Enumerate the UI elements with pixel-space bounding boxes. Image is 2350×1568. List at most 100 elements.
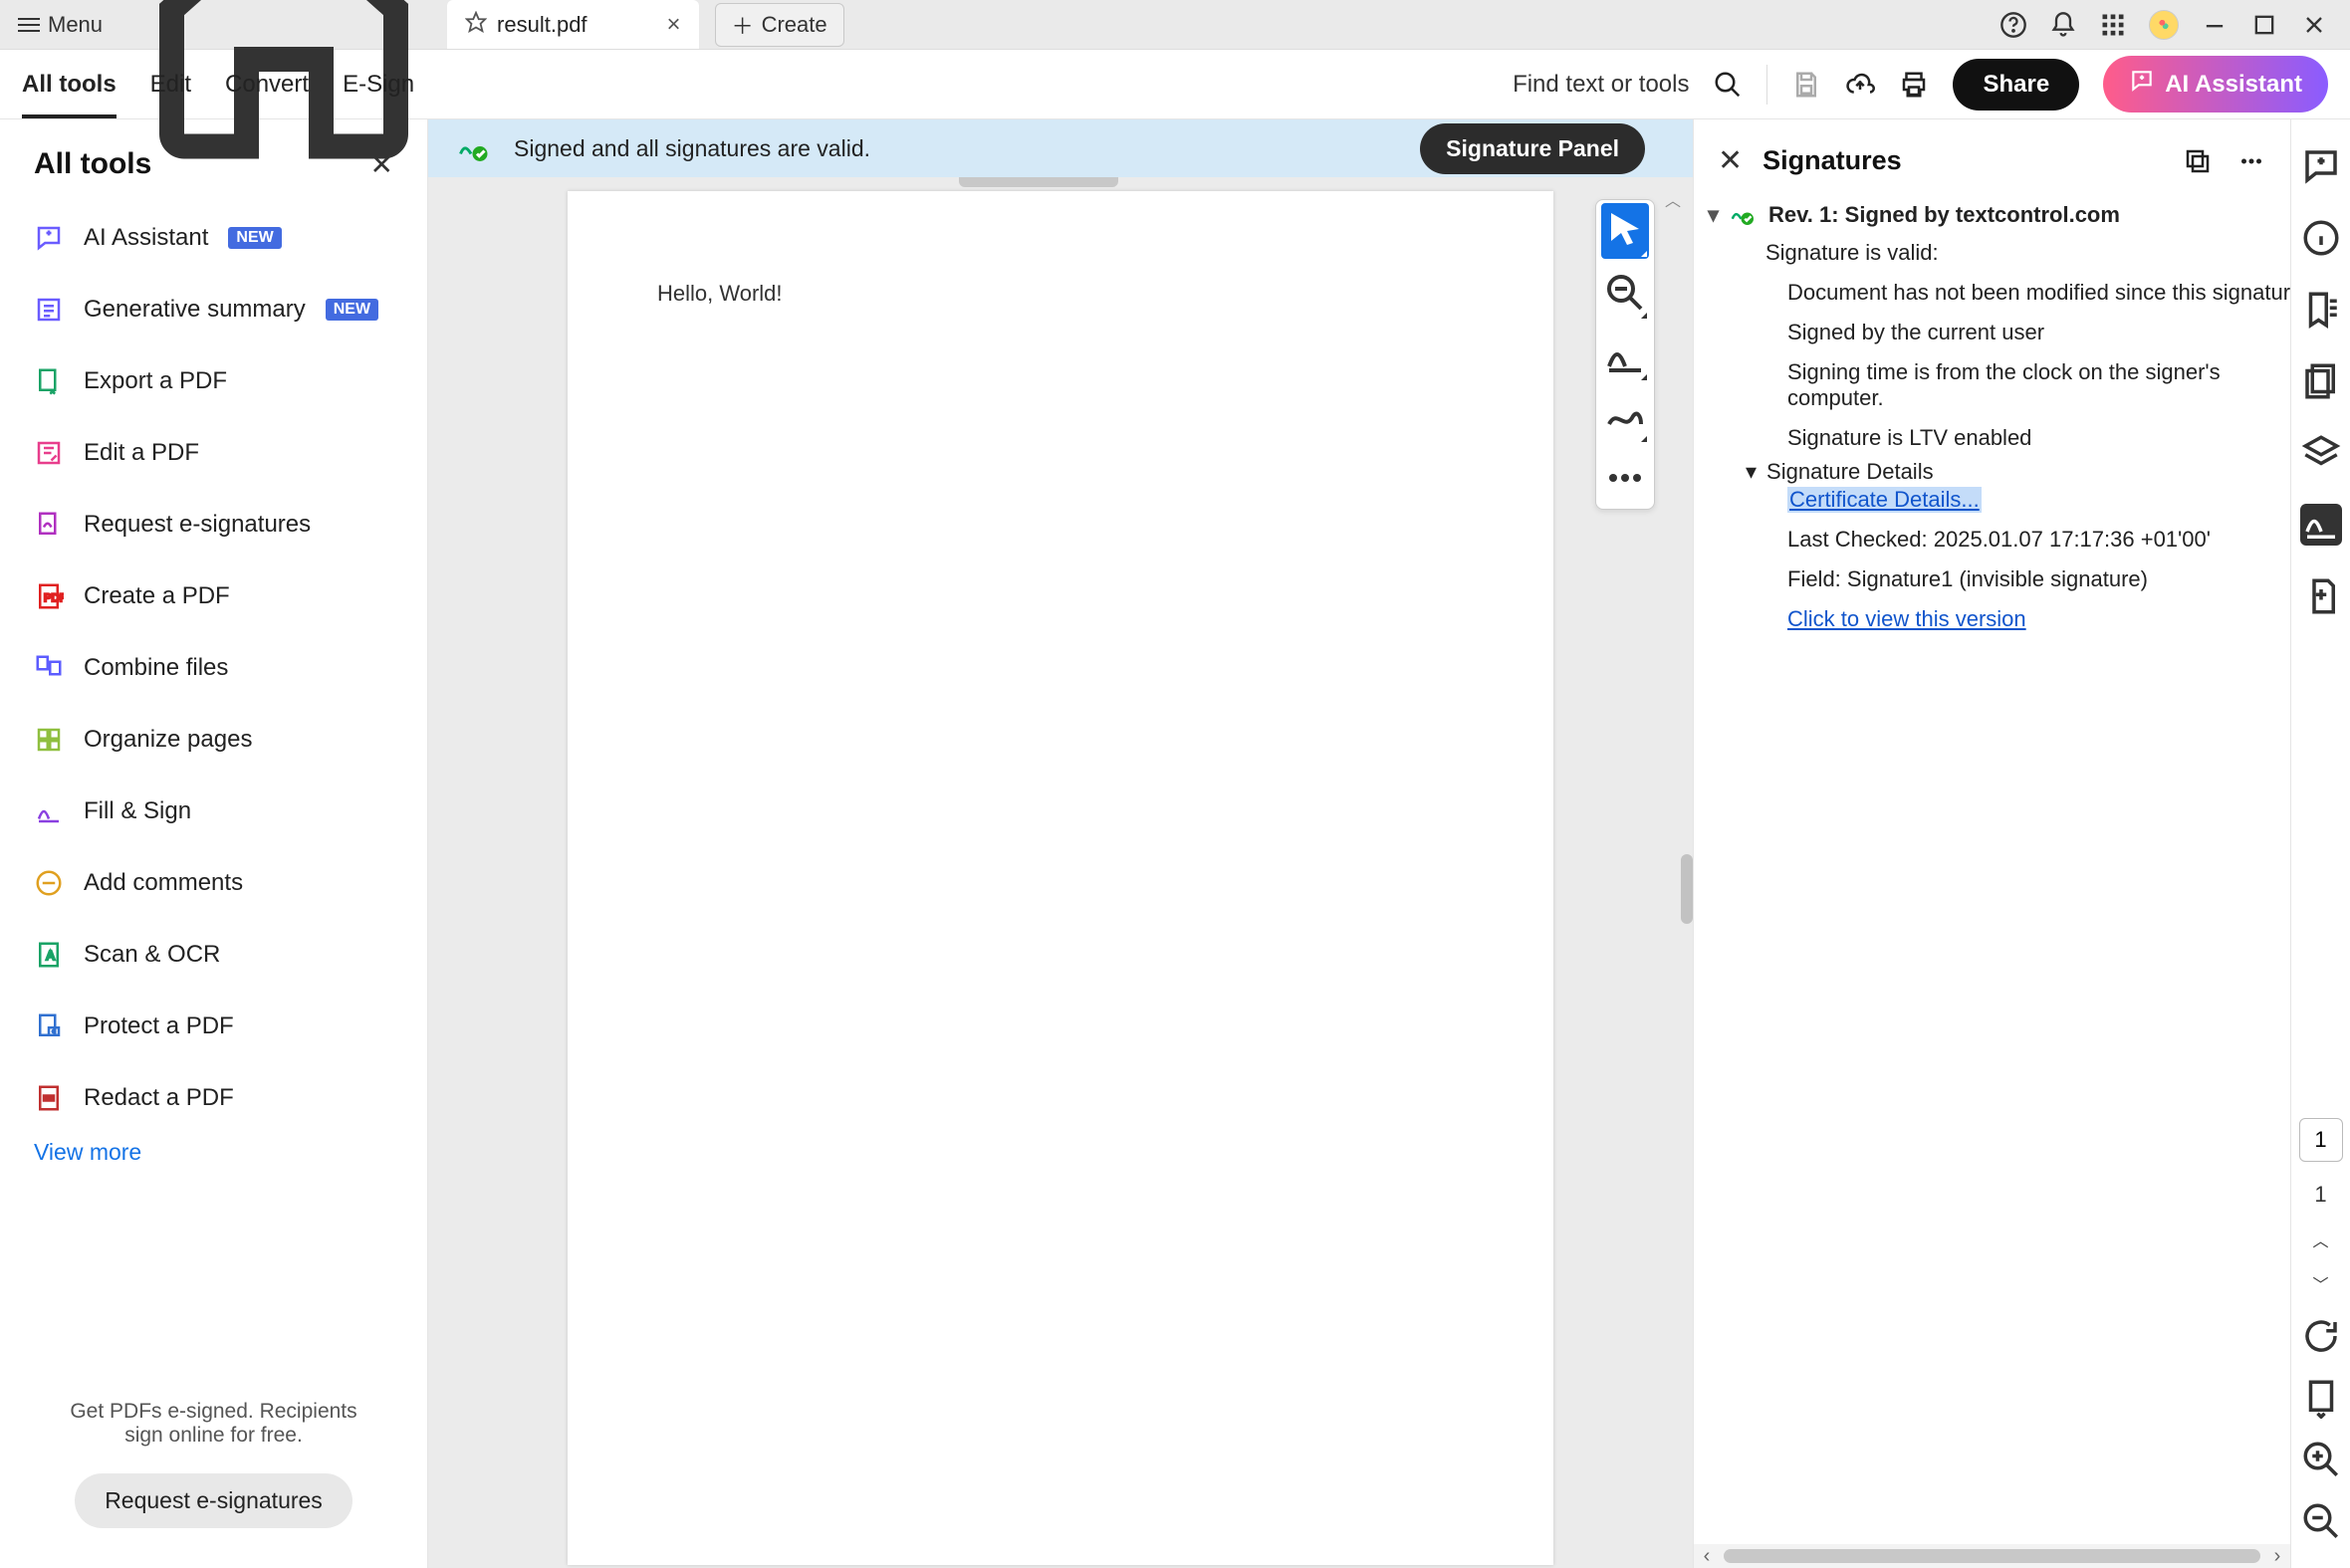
signed-check-icon [456,128,492,169]
chevron-down-icon: ▾ [1746,459,1757,485]
tool-item-redact-a-pdf[interactable]: Redact a PDF [34,1069,393,1127]
tab-close-button[interactable]: × [667,11,681,39]
tool-item-add-comments[interactable]: Add comments [34,854,393,912]
tool-icon [34,510,64,540]
tool-label: Combine files [84,654,228,682]
tool-item-export-a-pdf[interactable]: Export a PDF [34,352,393,410]
title-bar: Menu result.pdf × ＋ Create [0,0,2350,50]
signature-valid-icon [1729,200,1759,230]
selection-tool[interactable] [1601,203,1649,259]
scroll-arrows[interactable]: ︿ [1665,187,1681,211]
panel-h-scrollbar[interactable]: ‹ › [1694,1544,2290,1568]
window-close[interactable] [2300,11,2328,39]
tool-item-protect-a-pdf[interactable]: Protect a PDF [34,998,393,1055]
tool-label: Create a PDF [84,582,230,610]
signatures-body: ▾ Rev. 1: Signed by textcontrol.com Sign… [1694,196,2290,636]
sidebar-close-icon[interactable]: ✕ [370,148,393,181]
tab-esign[interactable]: E-Sign [343,51,414,118]
scroll-right-icon[interactable]: › [2264,1545,2290,1568]
rotate-icon[interactable] [2300,1315,2342,1357]
tool-item-organize-pages[interactable]: Organize pages [34,711,393,769]
tool-item-scan-ocr[interactable]: AScan & OCR [34,926,393,984]
more-tools[interactable] [1601,450,1649,506]
revision-row[interactable]: ▾ Rev. 1: Signed by textcontrol.com [1708,200,2276,230]
tools-sidebar: All tools ✕ AI AssistantNEWGenerative su… [0,119,428,1568]
rail-layers-icon[interactable] [2300,432,2342,474]
draw-tool[interactable] [1601,388,1649,444]
view-more-link[interactable]: View more [34,1139,393,1166]
search-icon[interactable] [1713,70,1743,100]
fit-page-icon[interactable] [2300,1377,2342,1419]
help-icon[interactable] [1999,11,2027,39]
last-checked: Last Checked: 2025.01.07 17:17:36 +01'00… [1787,527,2276,553]
scroll-left-icon[interactable]: ‹ [1694,1545,1720,1568]
tool-icon [34,653,64,683]
menu-button[interactable]: Menu [0,0,120,49]
toolbar-right: Find text or tools Share AI Assistant [1513,56,2328,112]
bell-icon[interactable] [2049,11,2077,39]
create-button[interactable]: ＋ Create [715,3,844,47]
star-icon[interactable] [465,11,487,39]
page-up-icon[interactable]: ︿ [2300,1228,2342,1251]
view-version-link[interactable]: Click to view this version [1787,606,2026,631]
ai-assistant-button[interactable]: AI Assistant [2103,56,2328,112]
tool-item-create-a-pdf[interactable]: PDFCreate a PDF [34,567,393,625]
scrollbar-thumb[interactable] [1681,854,1693,924]
details-row[interactable]: ▾ Signature Details [1746,459,2276,485]
tool-item-combine-files[interactable]: Combine files [34,639,393,697]
tool-item-request-e-signatures[interactable]: Request e-signatures [34,496,393,554]
save-icon[interactable] [1791,70,1821,100]
tool-item-ai-assistant[interactable]: AI AssistantNEW [34,209,393,267]
tool-item-fill-sign[interactable]: Fill & Sign [34,783,393,840]
signature-tool[interactable] [1601,327,1649,382]
tool-list: AI AssistantNEW Generative summaryNEW Expo… [34,209,393,1127]
chat-sparkle-icon [2129,68,2155,101]
document-tab[interactable]: result.pdf × [447,0,699,49]
request-esign-button[interactable]: Request e-signatures [75,1473,352,1528]
promo-text: Get PDFs e-signed. Recipients sign onlin… [54,1400,373,1448]
tool-icon [34,796,64,826]
rail-pages-icon[interactable] [2300,360,2342,402]
main-area: All tools ✕ AI AssistantNEWGenerative su… [0,119,2350,1568]
zoom-tool[interactable] [1601,265,1649,321]
tool-icon [34,223,64,253]
tool-icon [34,366,64,396]
scroll-thumb[interactable] [1724,1549,2260,1563]
apps-grid-icon[interactable] [2099,11,2127,39]
page-container[interactable]: ︿ Hello, World! [428,177,1693,1568]
page-down-icon[interactable]: ﹀ [2300,1271,2342,1295]
rail-comment-icon[interactable] [2300,145,2342,187]
rail-signature-icon[interactable] [2300,504,2342,546]
find-label[interactable]: Find text or tools [1513,71,1689,99]
tab-all-tools[interactable]: All tools [22,51,117,118]
profile-avatar[interactable] [2149,10,2179,40]
tab-convert[interactable]: Convert [225,51,309,118]
tool-label: AI Assistant [84,224,208,252]
tool-item-edit-a-pdf[interactable]: Edit a PDF [34,424,393,482]
field-label: Field: Signature1 (invisible signature) [1787,566,2276,592]
page-number-input[interactable]: 1 [2299,1118,2343,1162]
rail-bookmark-icon[interactable] [2300,289,2342,331]
upload-cloud-icon[interactable] [1845,70,1875,100]
panel-more-icon[interactable] [2236,146,2266,176]
sig-line-2: Signed by the current user [1787,320,2276,345]
zoom-in-icon[interactable] [2300,1439,2342,1480]
zoom-out-icon[interactable] [2300,1500,2342,1542]
rail-attachments-icon[interactable] [2300,575,2342,617]
revision-label: Rev. 1: Signed by textcontrol.com [1768,202,2120,228]
panel-close-icon[interactable]: ✕ [1718,143,1743,178]
page-text: Hello, World! [657,281,783,306]
tool-item-generative-summary[interactable]: Generative summaryNEW [34,281,393,338]
certificate-details-link[interactable]: Certificate Details... [1787,487,1982,513]
panel-title: Signatures [1762,145,1902,176]
window-minimize[interactable] [2201,11,2229,39]
share-button[interactable]: Share [1953,59,2079,111]
panel-copy-icon[interactable] [2183,146,2213,176]
plus-icon: ＋ [732,9,754,41]
print-icon[interactable] [1899,70,1929,100]
tab-edit[interactable]: Edit [150,51,191,118]
window-maximize[interactable] [2250,11,2278,39]
signature-panel-button[interactable]: Signature Panel [1420,123,1645,174]
scroll-up-icon[interactable]: ︿ [1665,187,1681,211]
rail-info-icon[interactable] [2300,217,2342,259]
